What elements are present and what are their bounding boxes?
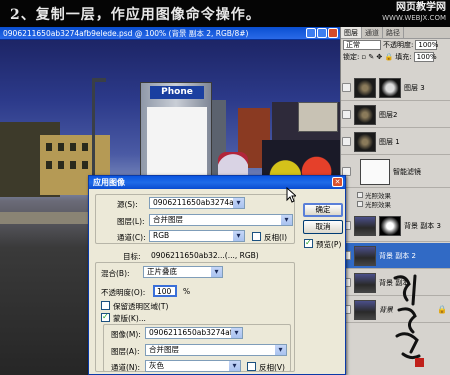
layer-thumbnail [354, 272, 376, 293]
phone-booth-sign: Phone [150, 86, 204, 99]
layer-name: 背景 副本 2 [379, 251, 416, 260]
visibility-eye-icon[interactable] [342, 110, 351, 119]
lock-row: 锁定: ▫ ✎ ✥ 🔒 填充: 100% [341, 51, 450, 63]
preserve-transparency-label: 保留透明区域(T) [113, 302, 169, 311]
opacity-label: 不透明度: [383, 41, 414, 49]
mask-checkbox[interactable] [101, 312, 110, 322]
mask-channel-label: 通道(N): [111, 363, 140, 372]
layer-name: 智能滤镜 [393, 167, 421, 176]
layer-thumbnail [354, 77, 376, 98]
visibility-eye-icon[interactable] [342, 83, 351, 92]
opacity-label: 不透明度(O): [101, 288, 146, 297]
blend-mode-select[interactable]: 正常 [343, 40, 381, 50]
dialog-title: 应用图像 [93, 178, 125, 187]
visibility-eye-icon[interactable] [342, 137, 351, 146]
preview-label: 预览(P) [316, 240, 342, 249]
layer-thumbnail [354, 299, 376, 320]
layer-thumbnail [354, 104, 376, 125]
mask-image-select[interactable]: 0906211650ab3274afb9... [145, 327, 243, 339]
layer-select[interactable]: 合并图层 [149, 214, 293, 226]
mask-image-label: 图像(M): [111, 330, 141, 339]
panel-tabs: 图层 通道 路径 [341, 27, 450, 39]
close-icon[interactable] [328, 28, 338, 38]
source-label: 源(S): [117, 200, 138, 209]
channel-select[interactable]: RGB [149, 230, 245, 242]
source-select[interactable]: 0906211650ab3274afb9... [149, 197, 245, 209]
layer-row[interactable]: 图层 3 [341, 75, 450, 101]
mask-layer-select[interactable]: 合并图层 [145, 344, 287, 356]
tab-layers[interactable]: 图层 [341, 27, 362, 38]
window-controls [306, 28, 338, 38]
smart-filter-mask-thumbnail[interactable] [360, 158, 390, 185]
blending-select[interactable]: 正片叠底 [143, 266, 223, 278]
layer-row[interactable]: 图层 1 [341, 129, 450, 155]
effect-name: 光照效果 [365, 201, 391, 209]
invert-label: 反相(I) [264, 233, 288, 242]
opacity-input[interactable]: 100% [415, 40, 438, 50]
preview-checkbox[interactable] [304, 238, 313, 248]
preserve-transparency-checkbox[interactable] [101, 301, 110, 310]
layer-name: 背景 副本 3 [404, 221, 441, 230]
mask-invert-label: 反相(V) [259, 363, 285, 372]
minimize-icon[interactable] [306, 28, 316, 38]
mask-invert-checkbox[interactable] [247, 362, 256, 371]
layer-row[interactable]: 背景 副本 3 [341, 210, 450, 242]
opacity-unit: % [183, 287, 191, 296]
instruction-text: 2、复制一层，作应用图像命令操作。 [10, 7, 261, 23]
blend-row: 正常 不透明度: 100% [341, 39, 450, 51]
ok-button[interactable]: 确定 [303, 203, 343, 217]
billboard [298, 102, 338, 132]
close-icon[interactable]: ✕ [332, 177, 343, 187]
tab-channels[interactable]: 通道 [362, 27, 383, 38]
layer-row-active[interactable]: 背景 副本 2 [341, 243, 450, 269]
dialog-title-bar[interactable]: 应用图像 ✕ [89, 176, 345, 189]
lock-label: 锁定: [343, 53, 360, 61]
mask-layer-label: 图层(A): [111, 347, 140, 356]
site-url: WWW.WEBJX.COM [382, 14, 446, 22]
layer-name: 图层 1 [379, 137, 400, 146]
site-name: 网页教学网 [396, 2, 446, 13]
fill-input[interactable]: 100% [413, 52, 437, 62]
layer-thumbnail [354, 131, 376, 152]
invert-checkbox[interactable] [252, 232, 261, 241]
cancel-button[interactable]: 取消 [303, 220, 343, 234]
document-title: 0906211650ab3274afb9elede.psd @ 100% (背景… [3, 29, 249, 38]
mask-label: 蒙版(K)... [113, 314, 146, 323]
instruction-banner: 2、复制一层，作应用图像命令操作。 网页教学网 WWW.WEBJX.COM [0, 0, 450, 27]
layer-mask-thumbnail[interactable] [379, 215, 401, 236]
target-label: 目标: [123, 252, 141, 261]
layer-row[interactable]: 图层2 [341, 102, 450, 128]
effect-eye-icon[interactable] [357, 201, 363, 207]
document-title-bar[interactable]: 0906211650ab3274afb9elede.psd @ 100% (背景… [0, 27, 340, 40]
lock-icon: 🔒 [437, 305, 447, 314]
maximize-icon[interactable] [317, 28, 327, 38]
layer-name: 图层 3 [404, 83, 425, 92]
effect-eye-icon[interactable] [357, 192, 363, 198]
mask-channel-select[interactable]: 灰色 [145, 360, 241, 372]
calligraphy-watermark [393, 274, 424, 367]
target-value: 0906211650ab32...(..., RGB) [151, 251, 259, 260]
lock-icons[interactable]: ▫ ✎ ✥ 🔒 [361, 53, 393, 61]
effect-row[interactable]: 光照效果 [357, 199, 391, 209]
site-watermark: 网页教学网 WWW.WEBJX.COM [382, 2, 446, 24]
opacity-input[interactable]: 100 [153, 285, 177, 297]
mouse-cursor-icon [286, 187, 296, 203]
layer-mask-thumbnail[interactable] [379, 77, 401, 98]
blending-label: 混合(B): [101, 269, 130, 278]
layer-label: 图层(L): [117, 217, 145, 226]
tab-paths[interactable]: 路径 [383, 27, 404, 38]
layer-thumbnail [354, 245, 376, 266]
layer-row[interactable]: 智能滤镜 [341, 156, 450, 188]
channel-label: 通道(C): [117, 233, 146, 242]
layer-thumbnail [354, 215, 376, 236]
fill-label: 填充: [395, 53, 412, 61]
layer-name: 图层2 [379, 110, 398, 119]
apply-image-dialog: 应用图像 ✕ 源(S): 0906211650ab3274afb9... 图层(… [88, 175, 346, 375]
